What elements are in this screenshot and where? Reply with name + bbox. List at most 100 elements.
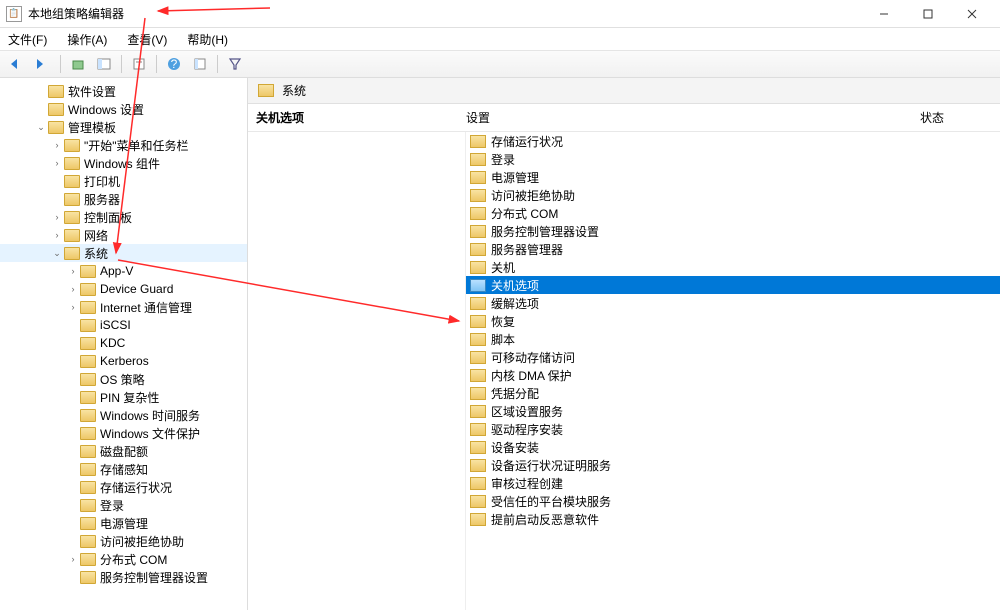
folder-icon xyxy=(470,387,486,400)
settings-list[interactable]: 存储运行状况登录电源管理访问被拒绝协助分布式 COM服务控制管理器设置服务器管理… xyxy=(466,132,1000,610)
list-item[interactable]: 提前启动反恶意软件 xyxy=(466,510,1000,528)
tree-panel[interactable]: 软件设置Windows 设置 ⌄ 管理模板›"开始"菜单和任务栏›Windows 组… xyxy=(0,78,248,610)
list-item-label: 缓解选项 xyxy=(491,295,539,312)
expand-icon[interactable]: › xyxy=(50,212,64,222)
help-button[interactable]: ? xyxy=(163,53,185,75)
tree-item-label: 服务器 xyxy=(84,191,120,208)
tree-item[interactable]: ›App-V xyxy=(0,262,247,280)
tree-item[interactable]: PIN 复杂性 xyxy=(0,388,247,406)
tree-item[interactable]: 软件设置 xyxy=(0,82,247,100)
filter-button[interactable] xyxy=(224,53,246,75)
folder-icon xyxy=(64,175,80,188)
list-item[interactable]: 登录 xyxy=(466,150,1000,168)
expand-icon[interactable]: › xyxy=(50,230,64,240)
tree-item[interactable]: ›分布式 COM xyxy=(0,550,247,568)
tree-item[interactable]: ›网络 xyxy=(0,226,247,244)
folder-icon xyxy=(80,571,96,584)
folder-icon xyxy=(80,481,96,494)
list-item[interactable]: 审核过程创建 xyxy=(466,474,1000,492)
list-item[interactable]: 存储运行状况 xyxy=(466,132,1000,150)
expand-icon[interactable]: › xyxy=(50,140,64,150)
tree-item[interactable]: iSCSI xyxy=(0,316,247,334)
tree-item[interactable]: ⌄系统 xyxy=(0,244,247,262)
toolbar: ? xyxy=(0,50,1000,78)
maximize-button[interactable] xyxy=(906,0,950,28)
properties-button[interactable] xyxy=(128,53,150,75)
list-item[interactable]: 服务控制管理器设置 xyxy=(466,222,1000,240)
tree-item[interactable]: KDC xyxy=(0,334,247,352)
tree-item-label: Internet 通信管理 xyxy=(100,299,192,316)
list-item[interactable]: 访问被拒绝协助 xyxy=(466,186,1000,204)
folder-icon xyxy=(80,553,96,566)
tree-item[interactable]: 电源管理 xyxy=(0,514,247,532)
folder-icon xyxy=(80,463,96,476)
list-item[interactable]: 分布式 COM xyxy=(466,204,1000,222)
list-item[interactable]: 设备运行状况证明服务 xyxy=(466,456,1000,474)
list-item[interactable]: 凭据分配 xyxy=(466,384,1000,402)
expand-icon[interactable]: › xyxy=(66,554,80,564)
up-button[interactable] xyxy=(67,53,89,75)
folder-icon xyxy=(470,405,486,418)
export-button[interactable] xyxy=(189,53,211,75)
tree-item[interactable]: 服务器 xyxy=(0,190,247,208)
list-item[interactable]: 区域设置服务 xyxy=(466,402,1000,420)
column-headers[interactable]: 关机选项 设置 状态 xyxy=(248,104,1000,132)
list-item[interactable]: 可移动存储访问 xyxy=(466,348,1000,366)
minimize-button[interactable] xyxy=(862,0,906,28)
expand-icon[interactable]: › xyxy=(66,266,80,276)
folder-icon xyxy=(64,139,80,152)
list-item[interactable]: 受信任的平台模块服务 xyxy=(466,492,1000,510)
list-item[interactable]: 内核 DMA 保护 xyxy=(466,366,1000,384)
tree-item-label: 打印机 xyxy=(84,173,120,190)
list-item[interactable]: 设备安装 xyxy=(466,438,1000,456)
collapse-icon[interactable]: ⌄ xyxy=(50,248,64,259)
list-item-label: 恢复 xyxy=(491,313,515,330)
tree-item[interactable]: 打印机 xyxy=(0,172,247,190)
tree-item[interactable]: Windows 设置 xyxy=(0,100,247,118)
show-hide-button[interactable] xyxy=(93,53,115,75)
list-item-label: 设备安装 xyxy=(491,439,539,456)
folder-icon xyxy=(80,319,96,332)
tree-item[interactable]: 服务控制管理器设置 xyxy=(0,568,247,586)
back-button[interactable] xyxy=(6,53,28,75)
list-item[interactable]: 驱动程序安装 xyxy=(466,420,1000,438)
menu-action[interactable]: 操作(A) xyxy=(63,31,111,48)
collapse-icon[interactable]: ⌄ xyxy=(34,122,48,133)
expand-icon[interactable]: › xyxy=(66,284,80,294)
menu-view[interactable]: 查看(V) xyxy=(123,31,171,48)
tree-item[interactable]: Windows 文件保护 xyxy=(0,424,247,442)
menu-help[interactable]: 帮助(H) xyxy=(183,31,232,48)
tree-item[interactable]: 存储运行状况 xyxy=(0,478,247,496)
list-item-label: 区域设置服务 xyxy=(491,403,563,420)
list-item[interactable]: 缓解选项 xyxy=(466,294,1000,312)
menu-file[interactable]: 文件(F) xyxy=(4,31,51,48)
tree-item[interactable]: › Internet 通信管理 xyxy=(0,298,247,316)
list-item-label: 脚本 xyxy=(491,331,515,348)
tree-item[interactable]: ›控制面板 xyxy=(0,208,247,226)
list-item[interactable]: 恢复 xyxy=(466,312,1000,330)
list-item[interactable]: 服务器管理器 xyxy=(466,240,1000,258)
folder-icon xyxy=(470,243,486,256)
forward-button[interactable] xyxy=(32,53,54,75)
tree-item[interactable]: ›Windows 组件 xyxy=(0,154,247,172)
tree-item-label: Windows 文件保护 xyxy=(100,425,200,442)
list-item[interactable]: 脚本 xyxy=(466,330,1000,348)
tree-item-label: 管理模板 xyxy=(68,119,116,136)
tree-item[interactable]: 存储感知 xyxy=(0,460,247,478)
tree-item[interactable]: ⌄ 管理模板 xyxy=(0,118,247,136)
tree-item[interactable]: Windows 时间服务 xyxy=(0,406,247,424)
tree-item[interactable]: ›"开始"菜单和任务栏 xyxy=(0,136,247,154)
expand-icon[interactable]: › xyxy=(50,158,64,168)
tree-item[interactable]: 访问被拒绝协助 xyxy=(0,532,247,550)
close-button[interactable] xyxy=(950,0,994,28)
folder-icon xyxy=(64,193,80,206)
expand-icon[interactable]: › xyxy=(66,302,80,312)
tree-item[interactable]: OS 策略 xyxy=(0,370,247,388)
tree-item[interactable]: 磁盘配额 xyxy=(0,442,247,460)
list-item[interactable]: 关机 xyxy=(466,258,1000,276)
list-item[interactable]: 关机选项 xyxy=(466,276,1000,294)
tree-item[interactable]: ›Device Guard xyxy=(0,280,247,298)
tree-item[interactable]: Kerberos xyxy=(0,352,247,370)
list-item[interactable]: 电源管理 xyxy=(466,168,1000,186)
tree-item[interactable]: 登录 xyxy=(0,496,247,514)
